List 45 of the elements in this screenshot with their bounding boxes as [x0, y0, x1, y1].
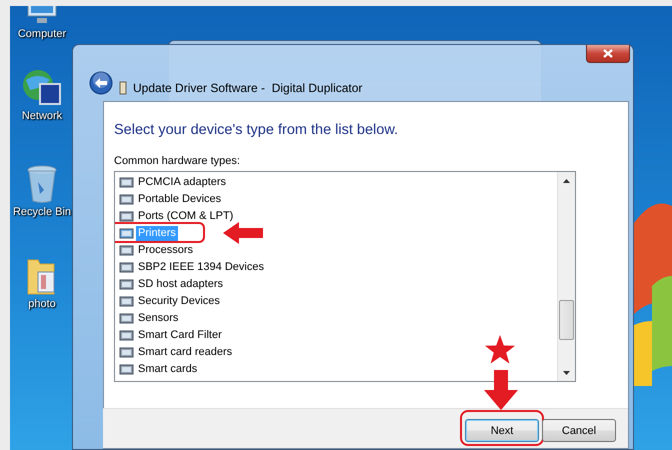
globe-monitor-icon[interactable] [20, 68, 64, 108]
scrollbar[interactable] [557, 172, 575, 381]
device-icon [119, 210, 134, 223]
window-title: Update Driver Software - Digital Duplicator [133, 81, 362, 95]
device-icon [119, 329, 134, 342]
desktop-icon-label: photo [28, 298, 56, 310]
device-icon [119, 176, 134, 189]
scroll-up-icon[interactable] [563, 178, 570, 182]
device-icon [119, 312, 134, 325]
device-icon [119, 244, 134, 257]
device-type-item[interactable]: PCMCIA adapters [136, 175, 228, 190]
dialog-heading: Select your device's type from the list below. [114, 122, 400, 138]
device-type-item[interactable]: SBP2 IEEE 1394 Devices [136, 260, 266, 275]
device-type-item[interactable]: Portable Devices [136, 192, 224, 207]
device-type-item[interactable]: Processors [136, 243, 196, 258]
scroll-down-icon[interactable] [563, 370, 570, 374]
device-icon [119, 295, 134, 308]
recycle-bin-icon[interactable] [26, 164, 58, 204]
device-type-item[interactable]: Smart cards [136, 362, 200, 377]
desktop-icon-label: Recycle Bin [12, 206, 72, 218]
device-icon [119, 227, 134, 240]
desktop-icon-label: Network [22, 110, 62, 122]
pointer-arrow-icon [484, 370, 518, 410]
device-type-item[interactable]: Security Devices [136, 294, 222, 309]
device-type-item[interactable]: SD host adapters [136, 277, 225, 292]
device-icon [119, 278, 134, 291]
pointer-arrow-icon [223, 222, 263, 244]
desktop-icon-label: Computer [18, 28, 66, 40]
device-icon [119, 363, 134, 376]
close-button[interactable] [586, 45, 630, 63]
close-icon [603, 49, 613, 58]
scroll-thumb[interactable] [559, 300, 574, 340]
device-type-item[interactable]: Sensors [136, 311, 180, 326]
list-label: Common hardware types: [114, 155, 241, 167]
dialog-button[interactable]: Next [465, 419, 539, 442]
device-icon [119, 193, 134, 206]
device-icon [119, 346, 134, 359]
device-icon [119, 261, 134, 274]
star-icon [484, 335, 516, 365]
device-icon [119, 81, 127, 95]
device-type-item[interactable]: Ports (COM & LPT) [136, 209, 236, 224]
dialog-button[interactable]: Cancel [542, 419, 616, 442]
back-button[interactable] [89, 71, 113, 95]
device-type-item[interactable]: Smart card readers [136, 345, 234, 360]
device-type-item[interactable]: Smart Card Filter [136, 328, 224, 343]
